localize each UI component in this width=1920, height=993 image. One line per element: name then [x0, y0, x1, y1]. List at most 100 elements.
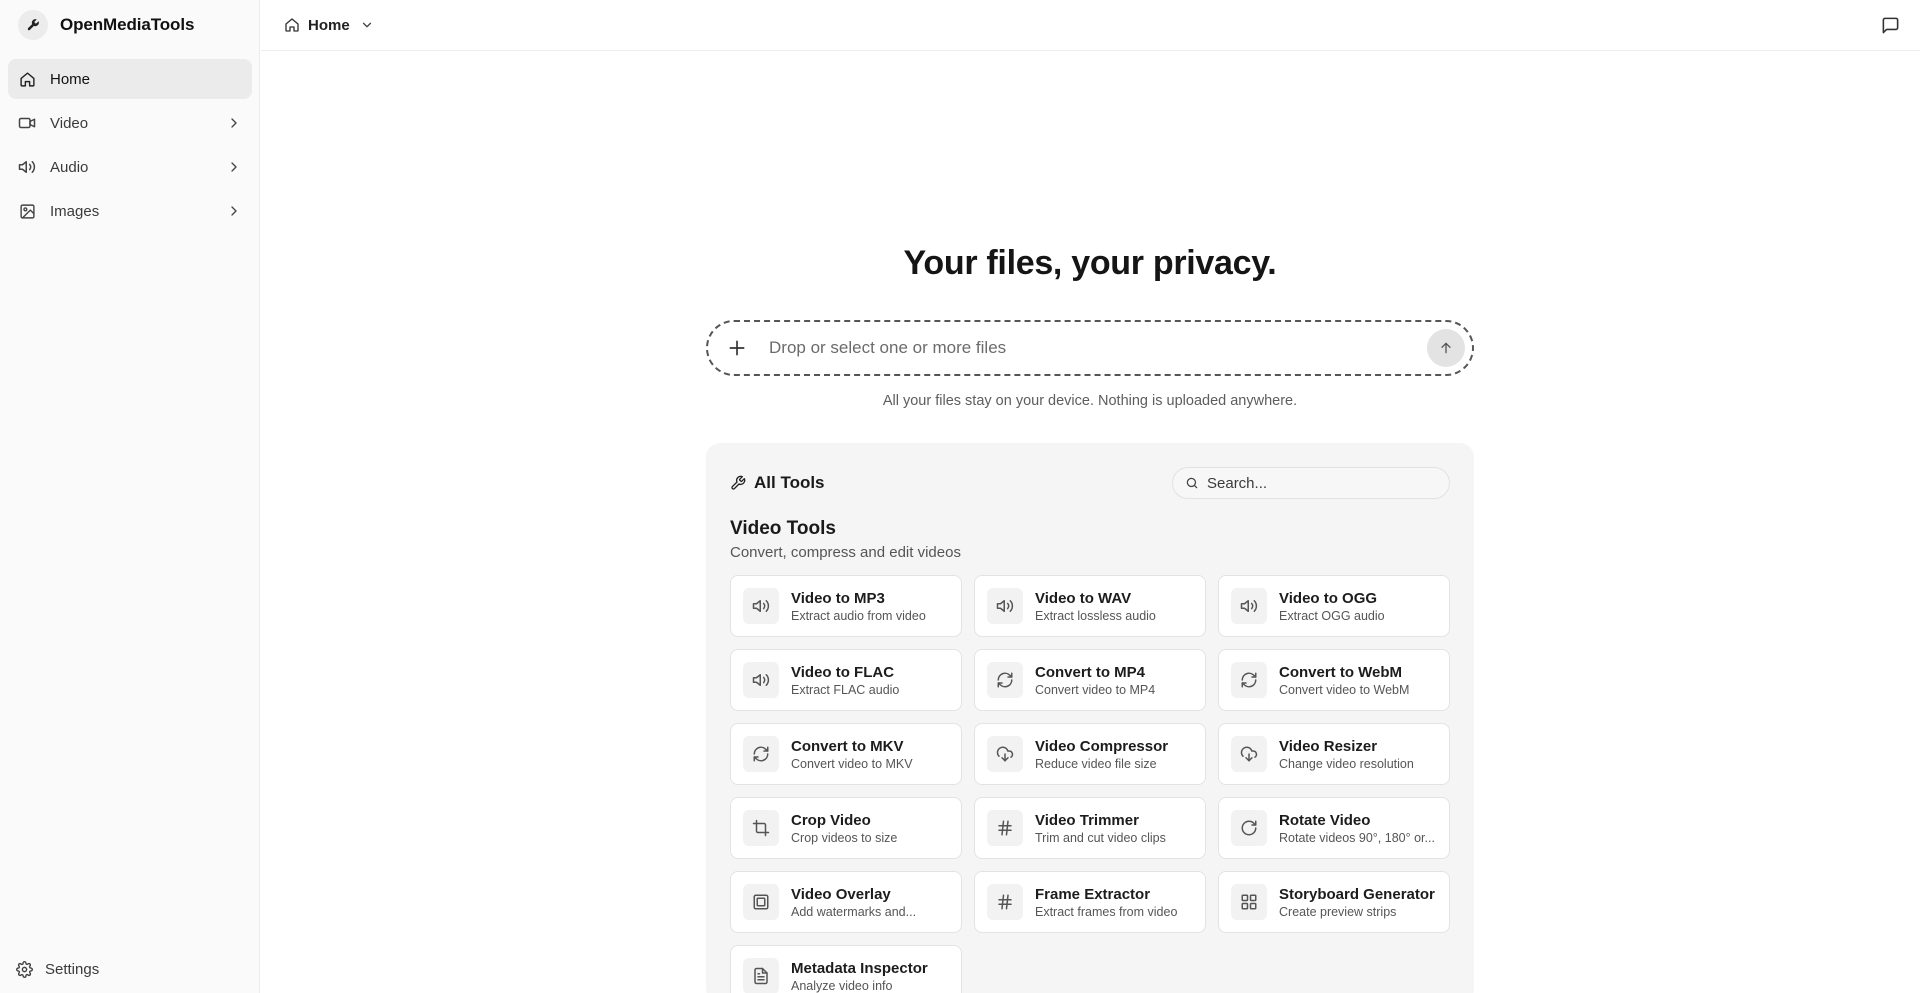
brand[interactable]: OpenMediaTools: [18, 10, 194, 40]
tool-card-video-to-flac[interactable]: Video to FLAC Extract FLAC audio: [730, 649, 962, 711]
privacy-note: All your files stay on your device. Noth…: [882, 393, 1298, 409]
tool-card-description: Create preview strips: [1279, 904, 1397, 919]
dropzone-placeholder: Drop or select one or more files: [769, 338, 1007, 357]
download-cloud-icon: [987, 736, 1023, 772]
message-square-icon: [1881, 16, 1900, 35]
tool-card-crop-video[interactable]: Crop Video Crop videos to size: [730, 797, 962, 859]
upload-button[interactable]: [1427, 329, 1465, 367]
tool-card-convert-to-webm[interactable]: Convert to WebM Convert video to WebM: [1218, 649, 1450, 711]
tool-card-text: Video Overlay Add watermarks and...: [791, 885, 961, 920]
tool-card-description: Trim and cut video clips: [1035, 830, 1166, 845]
page-title: Your files, your privacy.: [903, 244, 1277, 282]
tool-card-text: Rotate Video Rotate videos 90°, 180° or..…: [1279, 811, 1449, 846]
tool-card-title: Metadata Inspector: [791, 959, 928, 977]
search-input[interactable]: [1207, 474, 1437, 492]
all-tools-heading: All Tools: [730, 473, 825, 493]
tool-card-text: Video to WAV Extract lossless audio: [1035, 589, 1205, 624]
tool-card-description: Extract audio from video: [791, 608, 926, 623]
tool-card-description: Convert video to MP4: [1035, 682, 1156, 697]
gear-icon: [16, 960, 33, 978]
tool-card-description: Change video resolution: [1279, 756, 1414, 771]
tool-card-convert-to-mp4[interactable]: Convert to MP4 Convert video to MP4: [974, 649, 1206, 711]
chevron-right-icon: [226, 159, 242, 175]
tools-search[interactable]: [1172, 467, 1450, 499]
image-icon: [18, 202, 36, 220]
wrench-logo-icon: [18, 10, 48, 40]
speaker-icon: [743, 662, 779, 698]
sidebar-item-video[interactable]: Video: [8, 103, 252, 143]
tool-card-description: Convert video to WebM: [1279, 682, 1410, 697]
file-dropzone[interactable]: Drop or select one or more files: [706, 320, 1474, 376]
tool-card-title: Rotate Video: [1279, 811, 1371, 829]
tool-card-metadata-inspector[interactable]: Metadata Inspector Analyze video info: [730, 945, 962, 993]
plus-icon[interactable]: [725, 336, 749, 360]
tool-card-video-trimmer[interactable]: Video Trimmer Trim and cut video clips: [974, 797, 1206, 859]
hash-icon: [987, 884, 1023, 920]
hash-icon: [987, 810, 1023, 846]
tool-card-frame-extractor[interactable]: Frame Extractor Extract frames from video: [974, 871, 1206, 933]
tool-card-text: Crop Video Crop videos to size: [791, 811, 961, 846]
tool-card-video-compressor[interactable]: Video Compressor Reduce video file size: [974, 723, 1206, 785]
tool-card-title: Frame Extractor: [1035, 885, 1151, 903]
chevron-right-icon: [226, 203, 242, 219]
tool-card-text: Convert to MP4 Convert video to MP4: [1035, 663, 1205, 698]
tool-card-description: Add watermarks and...: [791, 904, 917, 919]
sidebar-item-label: Images: [50, 202, 100, 220]
speaker-icon: [1231, 588, 1267, 624]
tool-card-title: Video Resizer: [1279, 737, 1378, 755]
refresh-icon: [743, 736, 779, 772]
tool-card-text: Convert to MKV Convert video to MKV: [791, 737, 961, 772]
home-icon: [18, 70, 36, 88]
tool-card-title: Video Compressor: [1035, 737, 1169, 755]
wrench-icon: [730, 475, 746, 491]
top-bar: Home: [261, 0, 1920, 51]
tool-card-title: Convert to MKV: [791, 737, 904, 755]
chevron-right-icon: [226, 115, 242, 131]
tool-card-rotate-video[interactable]: Rotate Video Rotate videos 90°, 180° or..…: [1218, 797, 1450, 859]
tool-card-video-to-wav[interactable]: Video to WAV Extract lossless audio: [974, 575, 1206, 637]
tool-card-text: Video Resizer Change video resolution: [1279, 737, 1449, 772]
settings-label: Settings: [45, 960, 100, 978]
tool-card-text: Video to FLAC Extract FLAC audio: [791, 663, 961, 698]
tool-card-description: Extract frames from video: [1035, 904, 1178, 919]
tool-card-text: Storyboard Generator Create preview strip…: [1279, 885, 1449, 920]
feedback-button[interactable]: [1878, 13, 1902, 37]
tool-card-video-to-ogg[interactable]: Video to OGG Extract OGG audio: [1218, 575, 1450, 637]
section-title: Video Tools: [730, 518, 836, 539]
tool-card-storyboard-generator[interactable]: Storyboard Generator Create preview strip…: [1218, 871, 1450, 933]
tool-card-video-resizer[interactable]: Video Resizer Change video resolution: [1218, 723, 1450, 785]
tool-card-convert-to-mkv[interactable]: Convert to MKV Convert video to MKV: [730, 723, 962, 785]
speaker-icon: [987, 588, 1023, 624]
chevron-down-icon: [360, 18, 374, 32]
tool-card-title: Convert to MP4: [1035, 663, 1146, 681]
overlay-icon: [743, 884, 779, 920]
tool-card-video-to-mp3[interactable]: Video to MP3 Extract audio from video: [730, 575, 962, 637]
tool-card-title: Storyboard Generator: [1279, 885, 1435, 903]
settings-button[interactable]: Settings: [16, 957, 99, 981]
all-tools-label: All Tools: [754, 473, 825, 492]
arrow-up-icon: [1441, 342, 1451, 354]
tool-card-video-overlay[interactable]: Video Overlay Add watermarks and...: [730, 871, 962, 933]
tool-card-description: Extract FLAC audio: [791, 682, 900, 697]
breadcrumb-home-dropdown[interactable]: Home: [284, 13, 374, 37]
tool-card-description: Extract lossless audio: [1035, 608, 1156, 623]
speaker-icon: [18, 158, 36, 176]
tool-card-text: Video to OGG Extract OGG audio: [1279, 589, 1449, 624]
tool-card-description: Reduce video file size: [1035, 756, 1157, 771]
tool-card-title: Video Trimmer: [1035, 811, 1139, 829]
refresh-icon: [1231, 662, 1267, 698]
tool-card-text: Metadata Inspector Analyze video info: [791, 959, 961, 993]
tool-card-text: Frame Extractor Extract frames from video: [1035, 885, 1205, 920]
tools-panel: All Tools Video Tools Convert, compress …: [706, 443, 1474, 993]
file-icon: [743, 958, 779, 993]
sidebar-item-label: Audio: [50, 158, 89, 176]
tool-card-title: Crop Video: [791, 811, 871, 829]
tool-card-title: Video to FLAC: [791, 663, 895, 681]
tool-card-title: Video to OGG: [1279, 589, 1378, 607]
sidebar-item-audio[interactable]: Audio: [8, 147, 252, 187]
sidebar-item-images[interactable]: Images: [8, 191, 252, 231]
rotate-icon: [1231, 810, 1267, 846]
tool-card-text: Video Trimmer Trim and cut video clips: [1035, 811, 1205, 846]
tool-card-description: Extract OGG audio: [1279, 608, 1385, 623]
sidebar-item-home[interactable]: Home: [8, 59, 252, 99]
